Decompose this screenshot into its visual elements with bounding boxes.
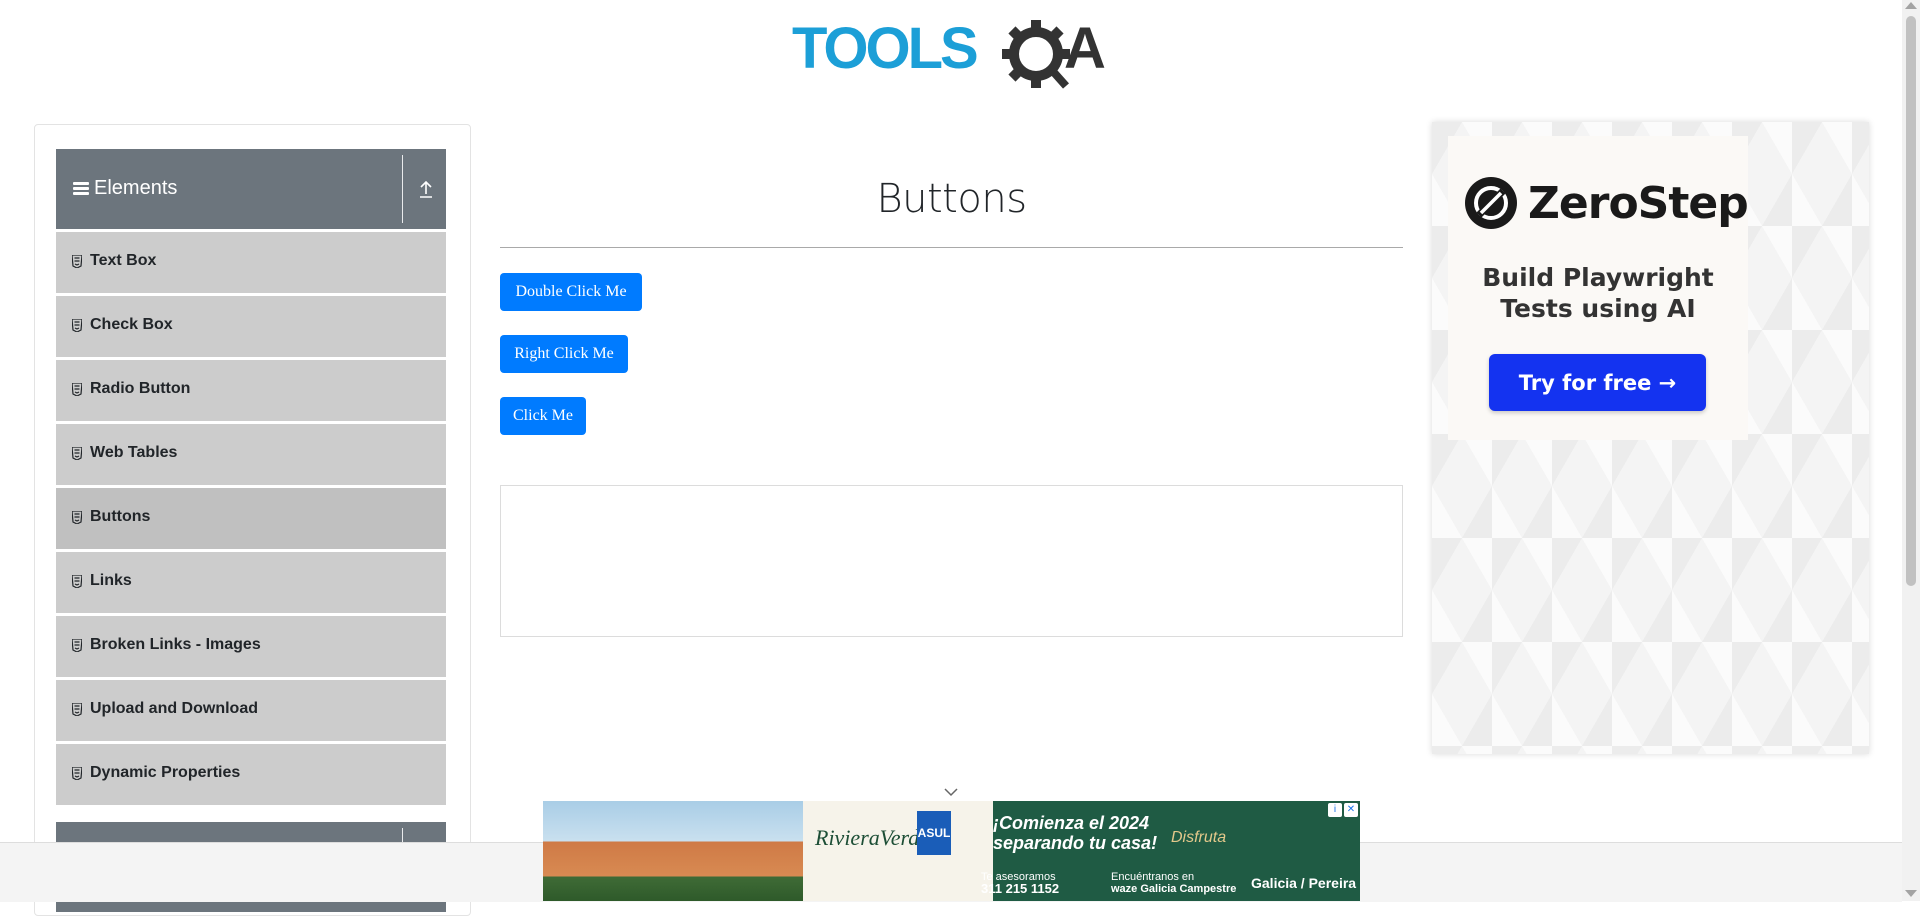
header-divider [402,155,403,223]
ad-rivieraverde-logo: RivieraVerde [815,825,930,850]
try-for-free-button[interactable]: Try for free → [1489,354,1706,411]
sidebar-item-label: Radio Button [90,380,191,397]
elements-menu: Text Box Check Box Radio Button Web Tabl… [56,232,446,808]
html5-icon [72,703,82,716]
elements-group-header[interactable]: Elements [56,149,446,229]
sidebar-item-buttons[interactable]: Buttons [56,488,446,549]
hamburger-icon [73,182,89,196]
title-divider [500,247,1403,248]
scroll-up-arrow-icon[interactable] [1905,2,1917,9]
zerostep-logo-icon [1465,177,1517,229]
bottom-advertisement[interactable]: RivieraVerde ASUL ¡Comienza el 2024 sepa… [543,801,1360,901]
collapse-arrow-icon[interactable] [418,179,434,199]
ad-phone-number: 311 215 1152 [981,881,1060,896]
sidebar-item-upload-and-download[interactable]: Upload and Download [56,680,446,741]
scrollbar-thumb[interactable] [1906,16,1916,586]
html5-icon [72,383,82,396]
html5-icon [72,575,82,588]
html5-icon [72,255,82,268]
sidebar-item-broken-links-images[interactable]: Broken Links - Images [56,616,446,677]
sidebar-item-label: Links [90,572,132,589]
ad-tagline: Build Playwright Tests using AI [1448,262,1748,324]
ad-phone: Te asesoramos 311 215 1152 [981,871,1059,895]
ad-waze-place: waze Galicia Campestre [1111,883,1237,895]
ad-choices[interactable]: i ✕ [1328,803,1358,817]
html5-icon [72,767,82,780]
ad-houses-image [543,801,813,901]
ad-tagline-line1: Build Playwright [1482,263,1714,292]
sidebar-item-text-box[interactable]: Text Box [56,232,446,293]
ad-brand-area [803,801,993,901]
html5-icon [72,511,82,524]
sidebar-item-label: Check Box [90,316,173,333]
click-me-button[interactable]: Click Me [500,397,586,435]
sidebar-item-label: Web Tables [90,444,178,461]
right-click-button[interactable]: Right Click Me [500,335,628,373]
ad-placeholder-box [500,485,1403,637]
double-click-button[interactable]: Double Click Me [500,273,642,311]
sidebar-item-label: Dynamic Properties [90,764,241,781]
ad-city: Galicia / Pereira [1251,875,1357,891]
sidebar-item-label: Buttons [90,508,151,525]
scroll-down-arrow-icon[interactable] [1905,890,1917,897]
logo-a: A [1064,16,1106,81]
html5-icon [72,639,82,652]
sidebar-item-check-box[interactable]: Check Box [56,296,446,357]
ad-waze-label: Encuéntranos en [1111,871,1195,883]
ad-tagline-line2: Tests using AI [1500,294,1696,323]
ad-brand[interactable]: ZeroStep [1464,176,1749,230]
ad-info-icon[interactable]: i [1328,803,1342,817]
html5-icon [72,447,82,460]
sidebar-item-label: Broken Links - Images [90,636,261,653]
ad-disfruta: Disfruta [1171,829,1227,846]
sidebar-item-dynamic-properties[interactable]: Dynamic Properties [56,744,446,805]
ad-brand-name: ZeroStep [1528,177,1749,229]
sidebar-item-links[interactable]: Links [56,552,446,613]
page-title: Buttons [876,176,1027,222]
sidebar-item-label: Text Box [90,252,157,269]
ad-asul-logo: ASUL [917,811,951,855]
toolsqa-logo[interactable]: TOOLS A [790,14,1116,90]
svg-text:TOOLS: TOOLS [792,16,977,81]
html5-icon [72,319,82,332]
group-title: Elements [94,177,178,199]
sidebar-item-radio-button[interactable]: Radio Button [56,360,446,421]
chevron-down-icon[interactable] [943,786,959,798]
ad-waze: Encuéntranos en waze Galicia Campestre [1111,871,1236,895]
sidebar-item-web-tables[interactable]: Web Tables [56,424,446,485]
ad-close-icon[interactable]: ✕ [1344,803,1358,817]
sidebar-item-label: Upload and Download [90,700,258,717]
